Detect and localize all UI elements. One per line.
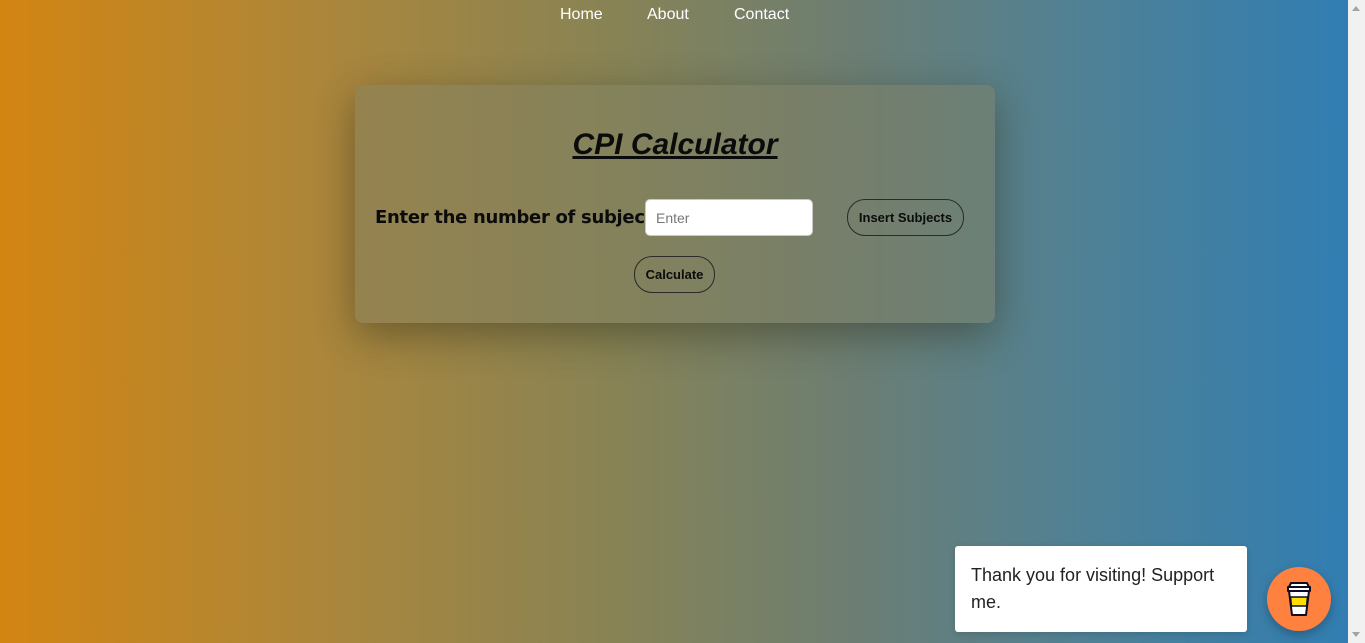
vertical-scrollbar[interactable] — [1348, 0, 1365, 643]
page-title: CPI Calculator — [572, 128, 778, 161]
nav-about-link[interactable]: About — [647, 6, 689, 24]
page: Home About Contact CPI Calculator Enter … — [0, 0, 1348, 643]
scroll-up-arrow-icon[interactable] — [1352, 6, 1360, 11]
subjects-count-input[interactable] — [645, 199, 813, 236]
buy-me-coffee-button[interactable] — [1267, 567, 1331, 631]
insert-subjects-button[interactable]: Insert Subjects — [847, 199, 964, 236]
support-message: Thank you for visiting! Support me. — [955, 546, 1247, 632]
subjects-label: Enter the number of subjects: — [375, 207, 671, 228]
top-nav: Home About Contact — [0, 0, 1348, 30]
calculate-button[interactable]: Calculate — [634, 256, 715, 293]
coffee-cup-icon — [1287, 582, 1311, 616]
nav-contact-link[interactable]: Contact — [734, 6, 789, 24]
calculator-card: CPI Calculator Enter the number of subje… — [355, 85, 995, 323]
scroll-down-arrow-icon[interactable] — [1352, 632, 1360, 637]
nav-home-link[interactable]: Home — [560, 6, 603, 24]
